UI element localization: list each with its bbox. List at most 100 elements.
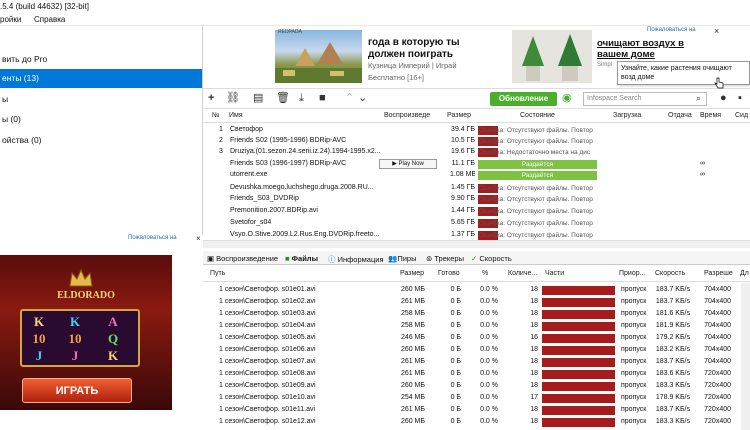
search-icon[interactable]: ⌕ (696, 91, 701, 105)
col-done[interactable]: Готово (438, 270, 460, 277)
file-row[interactable]: 1 сезон\Светофор. s01e03.avi 258 МБ 0 Б 0.0… (203, 308, 750, 320)
torrent-name: Friends_S03_DVDRip (230, 195, 299, 202)
ad-image[interactable] (512, 30, 592, 83)
torrent-size: 1.45 ГБ (451, 184, 475, 191)
col-pieces-count[interactable]: Количе... (508, 270, 537, 277)
col-speed[interactable]: Скорость (655, 270, 685, 277)
status-box: Ошибка: Недостаточно места на дис (478, 148, 597, 157)
file-row[interactable]: 1 сезон\Светофор. s01e04.avi 258 МБ 0 Б 0.0… (203, 320, 750, 332)
sidebar-item-upgrade[interactable]: вить до Pro (0, 50, 202, 69)
ad-image[interactable] (275, 30, 362, 83)
download-icon[interactable]: ⤓ (299, 91, 304, 105)
col-resolution[interactable]: Разреше (704, 270, 733, 277)
search-input[interactable]: Infospace Search (583, 92, 707, 106)
tab-files[interactable]: ■ Файлы (285, 254, 318, 263)
file-row[interactable]: 1 сезон\Светофор. s01e09.avi 260 МБ 0 Б 0.0… (203, 380, 750, 392)
ad-source: Simpl (597, 62, 613, 68)
file-row[interactable]: 1 сезон\Светофор. s01e02.avi 261 МБ 0 Б 0.0… (203, 296, 750, 308)
torrent-status: Ошибка: Отсутствуют файлы. Повтор (479, 127, 593, 134)
file-row[interactable]: 1 сезон\Светофор. s01e11.avi 261 МБ 0 Б 0.0… (203, 404, 750, 416)
horizontal-scrollbar[interactable] (203, 240, 750, 248)
ad-title[interactable]: очищают воздух в вашем доме (597, 38, 713, 60)
col-play[interactable]: Воспроизведе (384, 112, 430, 119)
tab-trackers[interactable]: ⊚ Трекеры (426, 254, 464, 263)
file-resolution: 720x400 (704, 418, 731, 425)
file-row[interactable]: 1 сезон\Светофор. s01e05.avi 246 МБ 0 Б 0.0… (203, 332, 750, 344)
col-name[interactable]: Имя (229, 112, 243, 119)
link-icon[interactable]: ⛓ (226, 91, 240, 105)
file-row[interactable]: 1 сезон\Светофор. s01e07.avi 261 МБ 0 Б 0.0… (203, 356, 750, 368)
file-row[interactable]: 1 сезон\Светофор. s01e10.avi 254 МБ 0 Б 0.0… (203, 392, 750, 404)
file-done: 0 Б (450, 286, 461, 293)
file-path: 1 сезон\Светофор. s01e08.avi (219, 370, 316, 377)
report-ad-link[interactable]: Пожаловаться на (128, 235, 177, 241)
col-seeds[interactable]: Сид (735, 112, 748, 119)
col-upload[interactable]: Отдача (668, 112, 692, 119)
close-icon[interactable]: × (196, 234, 201, 243)
file-pieces-count: 17 (530, 394, 538, 401)
tab-speed[interactable]: ✓ Скорость (471, 254, 512, 263)
col-path[interactable]: Путь (210, 270, 225, 277)
pieces-bar (542, 394, 615, 403)
torrent-size: 10.5 ГБ (451, 137, 475, 144)
update-button[interactable]: Обновление (490, 92, 557, 106)
col-pieces[interactable]: Части (545, 270, 564, 277)
status-box: Раздаётся (478, 160, 597, 169)
torrent-row[interactable]: Friends_S03_DVDRip 9.90 ГБ Ошибка: Отсутст… (203, 194, 750, 204)
search-engine-icon[interactable]: ◉ (562, 91, 572, 105)
torrent-row[interactable]: utorrent.exe 1.08 МБ Раздаётся ∞ (203, 170, 750, 180)
torrent-row[interactable]: 3 Druziya.(01.sezon.24.serii.iz.24).1994-… (203, 147, 750, 157)
sidebar-item-3[interactable]: ы (0) (0, 110, 202, 129)
file-priority: пропуск (621, 322, 647, 329)
torrent-row[interactable]: Svetofor_s04 5.65 ГБ Ошибка: Отсутствуют ф… (203, 218, 750, 228)
torrent-row[interactable]: Devushka.moego.luchshego.druga.2008.RU..… (203, 183, 750, 193)
vertical-scrollbar[interactable] (741, 283, 750, 430)
ad-title[interactable]: года в которую ты должен поиграть (368, 37, 493, 61)
file-row[interactable]: 1 сезон\Светофор. s01e01.avi 260 МБ 0 Б 0.0… (203, 284, 750, 296)
file-resolution: 704x400 (704, 310, 731, 317)
col-percent[interactable]: % (482, 270, 488, 277)
torrent-row[interactable]: Friends S03 (1996-1997) BDRip-AVC ▶ Play … (203, 159, 750, 169)
file-row[interactable]: 1 сезон\Светофор. s01e08.avi 261 МБ 0 Б 0.0… (203, 368, 750, 380)
col-size[interactable]: Размер (400, 270, 424, 277)
create-icon[interactable]: ▤ (253, 91, 263, 105)
chat-icon[interactable]: ▪ (738, 91, 742, 105)
col-eta[interactable]: Время (700, 112, 721, 119)
col-size[interactable]: Размер (447, 112, 471, 119)
torrent-row[interactable]: Vsyo.O.Stive.2009.L2.Rus.Eng.DVDRip.free… (203, 230, 750, 240)
col-download[interactable]: Загрузка (613, 112, 641, 119)
down-icon[interactable]: ⌄ (358, 91, 367, 105)
torrent-row[interactable]: 2 Friends S02 (1995-1996) BDRip-AVC 10.5 Г… (203, 136, 750, 146)
tab-playback[interactable]: ▣ Воспроизведение (207, 254, 278, 263)
game-ad-banner[interactable]: ELDORADO K K A 10 10 Q J J K ИГРАТЬ (0, 255, 172, 410)
torrent-row[interactable]: 1 Светофор 39.4 ГБ Ошибка: Отсутствуют файл… (203, 125, 750, 135)
col-state[interactable]: Состояние (520, 112, 555, 119)
play-now-button[interactable]: ▶ Play Now (379, 159, 437, 169)
torrent-row[interactable]: Premonition.2007.BDRip.avi 1.44 ГБ Ошибка:… (203, 206, 750, 216)
torrent-status: Ошибка: Отсутствуют файлы. Повтор (479, 208, 593, 215)
file-row[interactable]: 1 сезон\Светофор. s01e12.avi 260 МБ 0 Б 0.0… (203, 416, 750, 428)
add-icon[interactable]: + (208, 91, 214, 105)
menu-help[interactable]: Справка (34, 15, 65, 24)
close-icon[interactable]: × (714, 26, 719, 36)
tab-peers[interactable]: 👥Пиры (388, 254, 417, 263)
ad-source: Кузница Империй | Играй (368, 61, 457, 70)
sidebar-item-devices[interactable]: ойства (0) (0, 131, 202, 150)
menu-settings[interactable]: ройки (0, 15, 21, 24)
col-num[interactable]: № (212, 112, 220, 119)
file-resolution: 704x400 (704, 346, 731, 353)
sidebar-item-torrents[interactable]: енты (13) (0, 69, 202, 88)
stop-icon[interactable]: ■ (319, 91, 326, 105)
col-duration[interactable]: Дл (740, 270, 749, 277)
status-box: Ошибка: Отсутствуют файлы. Повтор (478, 137, 597, 146)
col-priority[interactable]: Приор... (619, 270, 645, 277)
file-priority: пропуск (621, 286, 647, 293)
play-game-button[interactable]: ИГРАТЬ (22, 378, 132, 403)
tab-info[interactable]: ⓘ Информация (328, 254, 384, 265)
bulb-icon[interactable]: ● (720, 91, 727, 105)
delete-icon[interactable]: 🗑 (276, 91, 290, 105)
sidebar-item-2[interactable]: ы (0, 90, 202, 109)
up-icon[interactable]: ⌃ (345, 91, 354, 105)
report-ad-link[interactable]: Пожаловаться на (647, 27, 696, 33)
file-row[interactable]: 1 сезон\Светофор. s01e06.avi 260 МБ 0 Б 0.0… (203, 344, 750, 356)
